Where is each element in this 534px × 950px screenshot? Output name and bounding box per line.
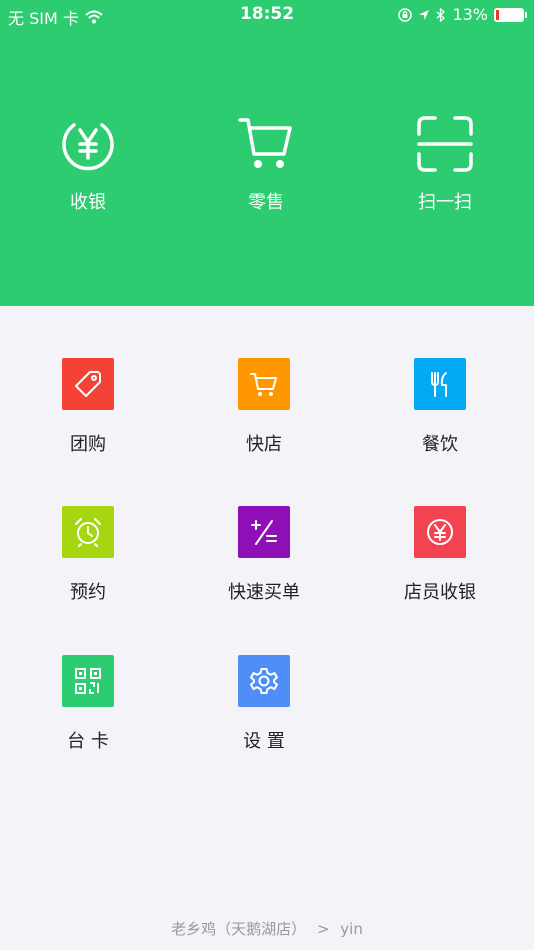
- cart-icon: [238, 118, 292, 168]
- staff-cashier-button[interactable]: 店员收银: [370, 506, 510, 604]
- store-name: 老乡鸡（天鹅湖店）: [171, 920, 307, 938]
- scan-button[interactable]: 扫一扫: [385, 114, 505, 214]
- cart-icon: [250, 373, 277, 396]
- quick-store-button[interactable]: 快店: [194, 358, 334, 456]
- quick-pay-label: 快速买单: [228, 582, 300, 603]
- location-arrow-icon: [419, 9, 430, 20]
- yen-circle-icon: [427, 519, 453, 545]
- scan-label: 扫一扫: [418, 192, 472, 213]
- catering-tile: [414, 358, 466, 410]
- settings-button[interactable]: 设 置: [194, 655, 334, 753]
- staff-cashier-label: 店员收银: [404, 582, 476, 603]
- group-buy-button[interactable]: 团购: [18, 358, 158, 456]
- fork-knife-icon: [431, 372, 447, 397]
- retail-label: 零售: [248, 192, 284, 213]
- staff-cashier-tile: [414, 506, 466, 558]
- bluetooth-icon: [437, 7, 446, 22]
- table-card-tile: [62, 655, 114, 707]
- cashier-button[interactable]: 收银: [28, 114, 148, 214]
- reservation-button[interactable]: 预约: [18, 506, 158, 604]
- qr-code-icon: [75, 668, 101, 694]
- cashier-label: 收银: [70, 192, 106, 213]
- battery-percent: 13%: [452, 5, 488, 24]
- yen-circle-icon: [62, 123, 114, 171]
- hero-panel: 收银 零售 扫一扫: [0, 0, 534, 306]
- group-buy-tile: [62, 358, 114, 410]
- retail-button[interactable]: 零售: [206, 114, 326, 214]
- catering-label: 餐饮: [422, 434, 458, 455]
- user-name: yin: [340, 920, 363, 938]
- battery-level: [496, 9, 499, 20]
- table-card-label: 台 卡: [67, 731, 109, 752]
- tag-icon: [75, 371, 101, 397]
- battery-icon: [494, 7, 527, 22]
- reservation-tile: [62, 506, 114, 558]
- calculator-icon: [251, 520, 277, 545]
- scan-icon: [417, 116, 473, 172]
- chevron-right-icon: >: [316, 920, 330, 938]
- quick-store-label: 快店: [246, 434, 282, 455]
- settings-tile: [238, 655, 290, 707]
- gear-icon: [250, 668, 278, 694]
- group-buy-label: 团购: [70, 434, 106, 455]
- reservation-label: 预约: [70, 582, 106, 603]
- status-bar: 无 SIM 卡 18:52 13%: [0, 0, 534, 28]
- settings-label: 设 置: [243, 731, 285, 752]
- quick-pay-button[interactable]: 快速买单: [194, 506, 334, 604]
- catering-button[interactable]: 餐饮: [370, 358, 510, 456]
- rotation-lock-icon: [398, 7, 413, 22]
- quick-pay-tile: [238, 506, 290, 558]
- store-switcher[interactable]: 老乡鸡（天鹅湖店） > yin: [0, 918, 534, 939]
- table-card-button[interactable]: 台 卡: [18, 655, 158, 753]
- quick-store-tile: [238, 358, 290, 410]
- alarm-clock-icon: [75, 518, 101, 547]
